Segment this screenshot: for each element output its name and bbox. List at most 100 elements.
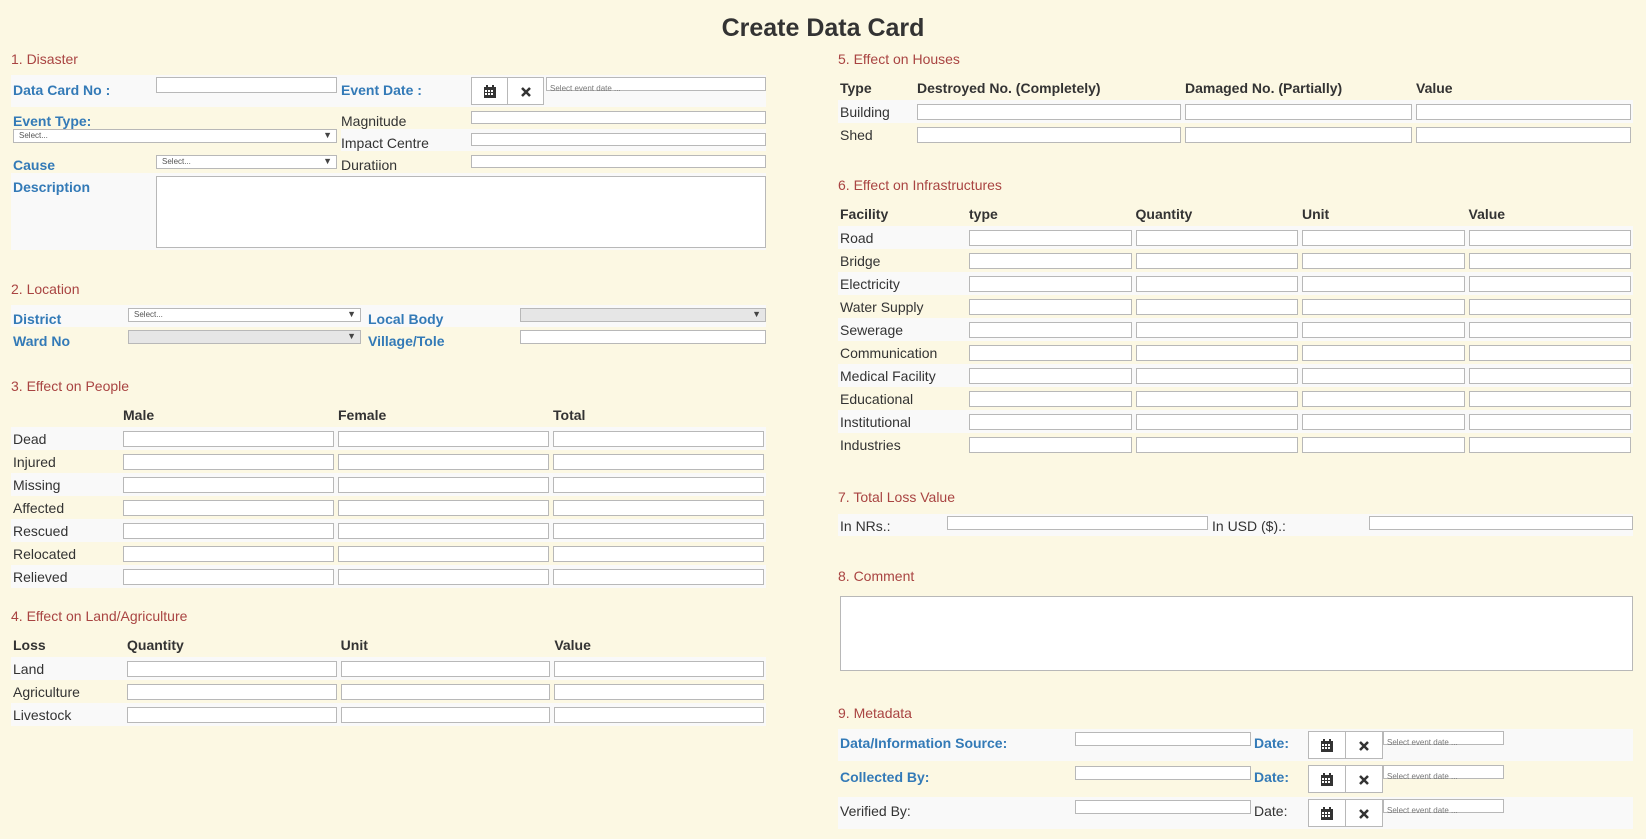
table-cell-input[interactable] bbox=[338, 499, 549, 516]
table-cell-input[interactable] bbox=[1135, 321, 1298, 338]
table-cell-input[interactable] bbox=[1185, 103, 1412, 120]
table-cell-input[interactable] bbox=[969, 229, 1132, 246]
table-cell-input[interactable] bbox=[123, 545, 334, 562]
table-cell-input[interactable] bbox=[338, 545, 549, 562]
data-source-date-input[interactable]: Select event date ... bbox=[1383, 731, 1504, 747]
table-cell-input[interactable] bbox=[123, 453, 334, 470]
table-cell-input[interactable] bbox=[123, 522, 334, 539]
table-cell-input[interactable] bbox=[554, 660, 764, 677]
clear-date-button[interactable] bbox=[1345, 765, 1383, 793]
table-cell-input[interactable] bbox=[338, 453, 549, 470]
table-cell-input[interactable] bbox=[1185, 126, 1412, 143]
table-cell-input[interactable] bbox=[127, 706, 337, 723]
table-cell-input[interactable] bbox=[1302, 390, 1465, 407]
table-cell-input[interactable] bbox=[1468, 229, 1631, 246]
table-cell-input[interactable] bbox=[969, 413, 1132, 430]
duration-input[interactable] bbox=[471, 155, 766, 168]
table-cell-input[interactable] bbox=[969, 252, 1132, 269]
calendar-button[interactable] bbox=[471, 77, 508, 105]
table-cell-input[interactable] bbox=[127, 660, 337, 677]
table-cell-input[interactable] bbox=[1468, 436, 1631, 453]
table-cell-input[interactable] bbox=[1135, 413, 1298, 430]
calendar-button[interactable] bbox=[1308, 799, 1346, 827]
clear-date-button[interactable] bbox=[1345, 799, 1383, 827]
cause-select[interactable]: Select... ▼ bbox=[156, 155, 337, 169]
table-cell-input[interactable] bbox=[1302, 229, 1465, 246]
clear-date-button[interactable] bbox=[507, 77, 544, 105]
table-cell-input[interactable] bbox=[1468, 252, 1631, 269]
table-cell-input[interactable] bbox=[969, 321, 1132, 338]
table-cell-input[interactable] bbox=[1416, 126, 1631, 143]
event-date-input[interactable]: Select event date ... bbox=[546, 77, 766, 93]
table-cell-input[interactable] bbox=[553, 430, 764, 447]
table-cell-input[interactable] bbox=[969, 275, 1132, 292]
table-cell-input[interactable] bbox=[1302, 275, 1465, 292]
table-cell-input[interactable] bbox=[1302, 436, 1465, 453]
table-cell-input[interactable] bbox=[1135, 298, 1298, 315]
table-cell-input[interactable] bbox=[1135, 436, 1298, 453]
comment-textarea[interactable] bbox=[840, 596, 1633, 671]
description-textarea[interactable] bbox=[156, 176, 766, 248]
ward-no-select[interactable]: ▼ bbox=[128, 330, 361, 344]
verified-by-date-input[interactable]: Select event date ... bbox=[1383, 799, 1504, 815]
usd-input[interactable] bbox=[1369, 516, 1633, 530]
table-cell-input[interactable] bbox=[1135, 275, 1298, 292]
table-cell-input[interactable] bbox=[1302, 367, 1465, 384]
table-cell-input[interactable] bbox=[1302, 344, 1465, 361]
table-cell-input[interactable] bbox=[969, 367, 1132, 384]
table-cell-input[interactable] bbox=[553, 499, 764, 516]
table-cell-input[interactable] bbox=[123, 476, 334, 493]
event-type-select[interactable]: Select... ▼ bbox=[13, 129, 337, 143]
table-cell-input[interactable] bbox=[338, 568, 549, 585]
table-cell-input[interactable] bbox=[1135, 344, 1298, 361]
table-cell-input[interactable] bbox=[1468, 390, 1631, 407]
table-cell-input[interactable] bbox=[123, 430, 334, 447]
table-cell-input[interactable] bbox=[1468, 275, 1631, 292]
district-select[interactable]: Select... ▼ bbox=[128, 308, 361, 322]
table-cell-input[interactable] bbox=[1135, 390, 1298, 407]
table-cell-input[interactable] bbox=[1468, 413, 1631, 430]
table-cell-input[interactable] bbox=[553, 545, 764, 562]
table-cell-input[interactable] bbox=[969, 436, 1132, 453]
table-cell-input[interactable] bbox=[1468, 321, 1631, 338]
table-cell-input[interactable] bbox=[969, 344, 1132, 361]
table-cell-input[interactable] bbox=[340, 683, 551, 700]
table-cell-input[interactable] bbox=[554, 706, 764, 723]
calendar-button[interactable] bbox=[1308, 765, 1346, 793]
table-cell-input[interactable] bbox=[1468, 367, 1631, 384]
table-cell-input[interactable] bbox=[1135, 229, 1298, 246]
table-cell-input[interactable] bbox=[338, 476, 549, 493]
table-cell-input[interactable] bbox=[1302, 413, 1465, 430]
table-cell-input[interactable] bbox=[553, 522, 764, 539]
verified-by-input[interactable] bbox=[1075, 800, 1251, 814]
table-cell-input[interactable] bbox=[553, 476, 764, 493]
table-cell-input[interactable] bbox=[1302, 252, 1465, 269]
table-cell-input[interactable] bbox=[553, 568, 764, 585]
table-cell-input[interactable] bbox=[917, 103, 1181, 120]
table-cell-input[interactable] bbox=[1135, 252, 1298, 269]
impact-centre-input[interactable] bbox=[471, 133, 766, 146]
table-cell-input[interactable] bbox=[1302, 321, 1465, 338]
table-cell-input[interactable] bbox=[340, 706, 551, 723]
calendar-button[interactable] bbox=[1308, 731, 1346, 759]
nrs-input[interactable] bbox=[947, 516, 1208, 530]
table-cell-input[interactable] bbox=[969, 298, 1132, 315]
data-source-input[interactable] bbox=[1075, 732, 1251, 746]
table-cell-input[interactable] bbox=[1468, 344, 1631, 361]
table-cell-input[interactable] bbox=[554, 683, 764, 700]
table-cell-input[interactable] bbox=[123, 568, 334, 585]
table-cell-input[interactable] bbox=[917, 126, 1181, 143]
table-cell-input[interactable] bbox=[969, 390, 1132, 407]
table-cell-input[interactable] bbox=[340, 660, 551, 677]
village-tole-input[interactable] bbox=[520, 330, 766, 344]
clear-date-button[interactable] bbox=[1345, 731, 1383, 759]
table-cell-input[interactable] bbox=[553, 453, 764, 470]
local-body-select[interactable]: ▼ bbox=[520, 308, 766, 322]
table-cell-input[interactable] bbox=[123, 499, 334, 516]
collected-by-input[interactable] bbox=[1075, 766, 1251, 780]
table-cell-input[interactable] bbox=[338, 522, 549, 539]
magnitude-input[interactable] bbox=[471, 111, 766, 124]
table-cell-input[interactable] bbox=[1135, 367, 1298, 384]
collected-by-date-input[interactable]: Select event date ... bbox=[1383, 765, 1504, 781]
table-cell-input[interactable] bbox=[338, 430, 549, 447]
